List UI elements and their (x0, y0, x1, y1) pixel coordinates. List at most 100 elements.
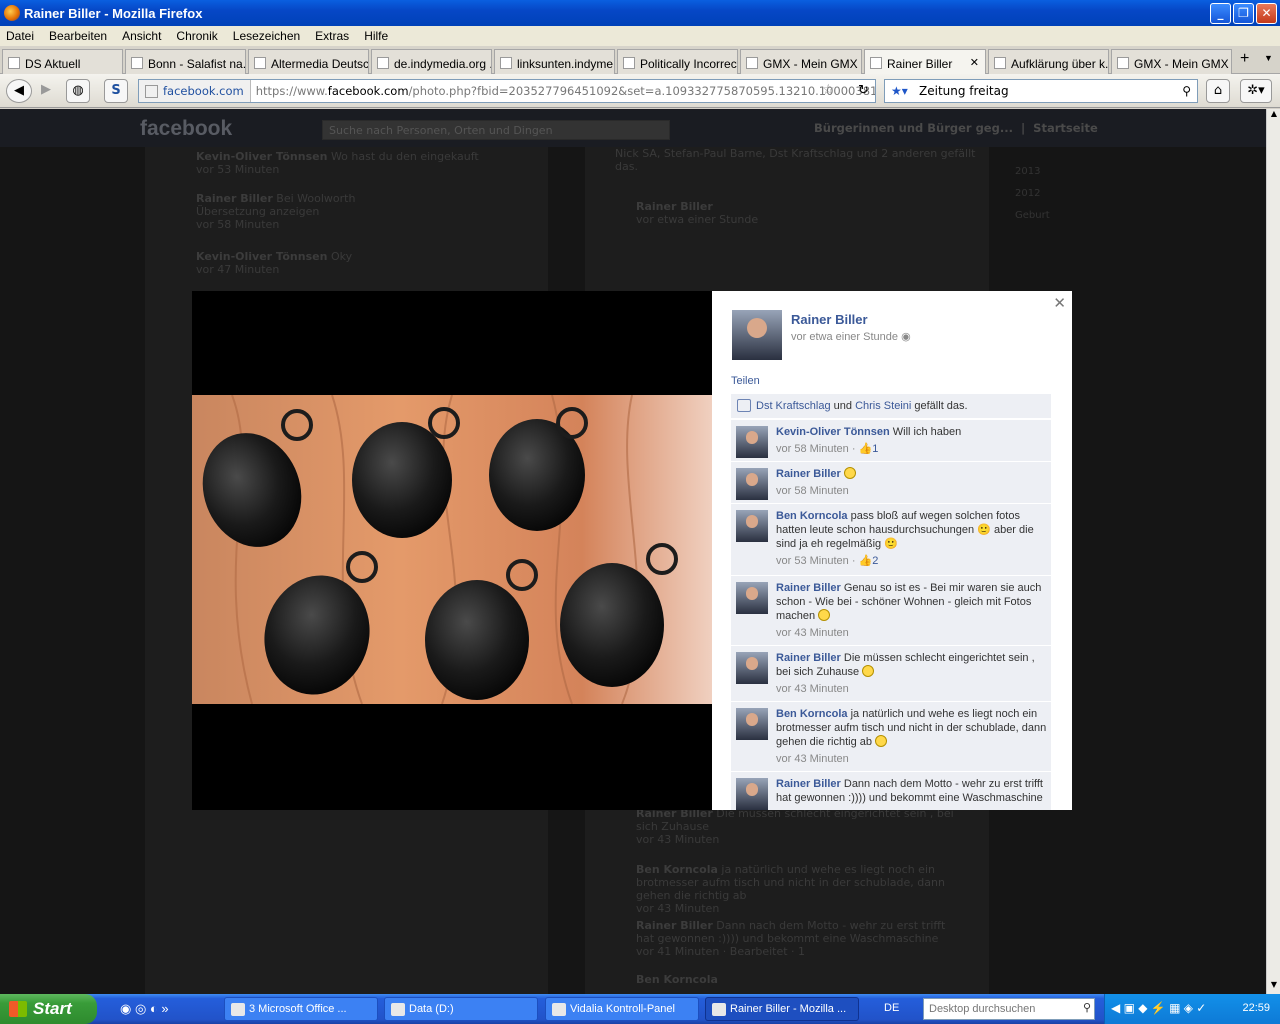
minimize-button[interactable]: _ (1210, 3, 1231, 24)
close-tab-icon[interactable]: ✕ (970, 56, 979, 69)
menu-extras[interactable]: Extras (315, 29, 349, 43)
start-button[interactable]: Start (0, 994, 97, 1024)
taskbar-item[interactable]: Data (D:) (384, 997, 538, 1021)
tab[interactable]: de.indymedia.org ... (371, 49, 492, 74)
share-link[interactable]: Teilen (731, 375, 760, 387)
tab[interactable]: GMX - Mein GMX (740, 49, 862, 74)
search-icon[interactable]: ⚲ (1083, 1001, 1091, 1014)
tab-label: Aufklärung über k... (1011, 57, 1109, 71)
url-bar[interactable]: facebook.com https://www.facebook.com/pho… (138, 79, 876, 103)
commenter-avatar[interactable] (736, 708, 768, 740)
tab-active[interactable]: Rainer Biller ✕ (864, 49, 986, 75)
tab[interactable]: Politically Incorrect (617, 49, 738, 74)
back-button[interactable]: ◀ (6, 79, 32, 103)
liker-link[interactable]: Dst Kraftschlag (756, 400, 831, 412)
bg-comment: Rainer Biller Die müssen schlecht einger… (636, 807, 954, 846)
windows-taskbar: Start ◉ ◎ ◐ » 3 Microsoft Office ... Dat… (0, 994, 1280, 1024)
commenter-name[interactable]: Rainer Biller (776, 582, 841, 594)
commenter-avatar[interactable] (736, 652, 768, 684)
photo-image[interactable] (192, 395, 712, 704)
maximize-button[interactable]: ❐ (1233, 3, 1254, 24)
scroll-down-icon[interactable]: ▼ (1268, 980, 1280, 994)
search-bar[interactable]: ★▾ Zeitung freitag ⚲ (884, 79, 1198, 103)
commenter-avatar[interactable] (736, 468, 768, 500)
bookmark-star-icon[interactable]: ☆ (822, 82, 835, 98)
facebook-logo[interactable]: facebook (140, 117, 232, 141)
tray-icons[interactable]: ◀ ▣ ◆ ⚡ ▦ ◈ ✓ (1111, 1001, 1206, 1015)
search-icon[interactable]: ⚲ (1182, 80, 1191, 102)
comment-text: Will ich haben (892, 426, 962, 438)
comment-like-count[interactable]: 👍2 (859, 555, 879, 567)
addon-menu-icon[interactable]: ✲▾ (1240, 79, 1272, 103)
new-tab-icon[interactable]: + (1240, 50, 1249, 68)
author-avatar[interactable] (732, 310, 782, 360)
smiley-icon (862, 665, 875, 677)
desktop-search-input[interactable]: Desktop durchsuchen ⚲ (923, 998, 1095, 1020)
commenter-avatar[interactable] (736, 510, 768, 542)
menu-bearbeiten[interactable]: Bearbeiten (49, 29, 107, 43)
reload-icon[interactable]: ↻ (858, 83, 869, 98)
tab[interactable]: Bonn - Salafist na... (125, 49, 246, 74)
commenter-name[interactable]: Rainer Biller (776, 468, 841, 480)
close-lightbox-icon[interactable]: ✕ (1053, 294, 1066, 312)
site-identity-badge[interactable]: facebook.com (139, 80, 251, 102)
comment: Rainer Biller Die müssen schlecht einger… (731, 645, 1051, 701)
commenter-name[interactable]: Rainer Biller (776, 652, 841, 664)
taskbar-item[interactable]: Vidalia Kontroll-Panel (545, 997, 699, 1021)
liker-link[interactable]: Chris Steini (855, 400, 911, 412)
close-window-button[interactable]: ✕ (1256, 3, 1277, 24)
commenter-avatar[interactable] (736, 778, 768, 810)
taskbar-item-label: Data (D:) (409, 1003, 454, 1015)
title-bar[interactable]: Rainer Biller - Mozilla Firefox _ ❐ ✕ (0, 0, 1280, 26)
url-prefix: https://www. (255, 84, 328, 98)
scroll-up-icon[interactable]: ▲ (1268, 109, 1280, 123)
comment-time: vor 58 Minuten (776, 443, 849, 455)
commenter-name[interactable]: Ben Korncola (776, 510, 848, 522)
tab-label: Politically Incorrect (640, 57, 738, 71)
taskbar-item-active[interactable]: Rainer Biller - Mozilla ... (705, 997, 859, 1021)
menu-datei[interactable]: Datei (6, 29, 34, 43)
comment: Kevin-Oliver Tönnsen Will ich haben vor … (731, 419, 1051, 461)
favicon-icon (994, 57, 1006, 69)
commenter-avatar[interactable] (736, 582, 768, 614)
home-button[interactable]: ⌂ (1206, 79, 1230, 103)
menu-ansicht[interactable]: Ansicht (122, 29, 161, 43)
onion-icon[interactable]: ◍ (66, 79, 90, 103)
comment: Rainer Biller vor 58 Minuten (731, 461, 1051, 503)
menu-lesezeichen[interactable]: Lesezeichen (233, 29, 300, 43)
search-engine-icon[interactable]: ★▾ (891, 80, 908, 102)
forward-button[interactable]: ▶ (34, 79, 58, 103)
commenter-avatar[interactable] (736, 426, 768, 458)
bg-comment: Rainer Biller Bei Woolworth Übersetzung a… (196, 192, 356, 231)
menu-chronik[interactable]: Chronik (176, 29, 217, 43)
taskbar-item[interactable]: 3 Microsoft Office ... (224, 997, 378, 1021)
tab[interactable]: GMX - Mein GMX (1111, 49, 1232, 74)
system-tray: ◀ ▣ ◆ ⚡ ▦ ◈ ✓ 22:59 (1104, 994, 1280, 1024)
s-addon-icon[interactable]: S (104, 79, 128, 103)
tab[interactable]: Aufklärung über k... (988, 49, 1109, 74)
taskbar-item-label: 3 Microsoft Office ... (249, 1003, 347, 1015)
page-link[interactable]: Bürgerinnen und Bürger geg... (814, 121, 1013, 135)
facebook-search-input[interactable]: Suche nach Personen, Orten und Dingen (322, 120, 670, 140)
search-value: Zeitung freitag (919, 84, 1009, 98)
year-link[interactable]: 2013 (1015, 161, 1050, 183)
page-scrollbar[interactable]: ▲ ▼ (1266, 109, 1280, 994)
commenter-name[interactable]: Kevin-Oliver Tönnsen (776, 426, 890, 438)
windows-logo-icon (9, 1001, 27, 1017)
likes-suffix: gefällt das. (914, 400, 968, 412)
commenter-name[interactable]: Ben Korncola (776, 708, 848, 720)
tab-list-icon[interactable]: ▼ (1264, 53, 1273, 63)
commenter-name[interactable]: Rainer Biller (776, 778, 841, 790)
year-link[interactable]: Geburt (1015, 205, 1050, 227)
tab[interactable]: Altermedia Deutsc... (248, 49, 369, 74)
tab[interactable]: linksunten.indyme... (494, 49, 615, 74)
home-link[interactable]: Startseite (1033, 121, 1098, 135)
clock[interactable]: 22:59 (1242, 1002, 1270, 1014)
comment-like-count[interactable]: 👍1 (859, 443, 879, 455)
language-indicator[interactable]: DE (884, 1002, 899, 1014)
tab[interactable]: DS Aktuell (2, 49, 123, 74)
quicklaunch-icons[interactable]: ◉ ◎ ◐ » (120, 1001, 169, 1017)
year-link[interactable]: 2012 (1015, 183, 1050, 205)
post-author[interactable]: Rainer Biller (791, 312, 868, 327)
menu-hilfe[interactable]: Hilfe (364, 29, 388, 43)
